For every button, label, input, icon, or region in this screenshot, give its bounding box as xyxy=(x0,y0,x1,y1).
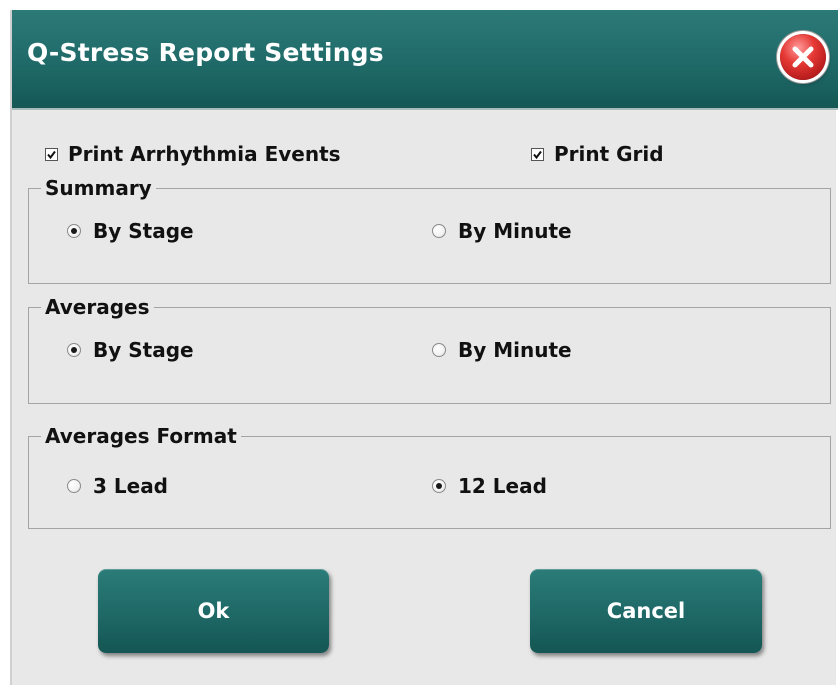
dialog-title: Q-Stress Report Settings xyxy=(27,38,384,67)
averages-by-stage-radio[interactable]: By Stage xyxy=(67,338,194,362)
averages-group: Averages By Stage By Minute xyxy=(28,297,831,404)
averages-by-stage-label: By Stage xyxy=(93,338,194,362)
averages-by-minute-label: By Minute xyxy=(458,338,572,362)
checkbox-print-arrhythmia[interactable] xyxy=(45,147,58,161)
summary-by-minute-radio[interactable]: By Minute xyxy=(432,219,572,243)
ok-button[interactable]: Ok xyxy=(98,569,329,653)
summary-by-minute-label: By Minute xyxy=(458,219,572,243)
radio-unselected-icon[interactable] xyxy=(67,479,81,493)
averages-format-12-lead-radio[interactable]: 12 Lead xyxy=(432,474,547,498)
radio-selected-icon[interactable] xyxy=(67,224,81,238)
averages-format-3-lead-radio[interactable]: 3 Lead xyxy=(67,474,168,498)
radio-unselected-icon[interactable] xyxy=(432,224,446,238)
averages-group-title: Averages xyxy=(45,295,150,319)
radio-unselected-icon[interactable] xyxy=(432,343,446,357)
print-arrhythmia-events-checkbox[interactable]: Print Arrhythmia Events xyxy=(45,140,341,168)
averages-format-group: Averages Format 3 Lead 12 Lead xyxy=(28,426,831,529)
summary-by-stage-label: By Stage xyxy=(93,219,194,243)
close-button[interactable] xyxy=(780,34,826,80)
cancel-button[interactable]: Cancel xyxy=(530,569,762,653)
checkmark-icon xyxy=(47,150,56,159)
radio-selected-icon[interactable] xyxy=(432,479,446,493)
averages-format-3-lead-label: 3 Lead xyxy=(93,474,168,498)
averages-format-group-title: Averages Format xyxy=(45,424,237,448)
radio-selected-icon[interactable] xyxy=(67,343,81,357)
close-icon xyxy=(792,46,814,68)
averages-by-minute-radio[interactable]: By Minute xyxy=(432,338,572,362)
checkbox-print-grid[interactable] xyxy=(531,147,544,161)
print-grid-label: Print Grid xyxy=(554,142,664,166)
summary-group-title: Summary xyxy=(45,176,152,200)
print-arrhythmia-events-label: Print Arrhythmia Events xyxy=(68,142,341,166)
averages-format-12-lead-label: 12 Lead xyxy=(458,474,547,498)
report-settings-dialog: Q-Stress Report Settings Print Arrhythmi… xyxy=(10,10,838,685)
summary-group: Summary By Stage By Minute xyxy=(28,178,831,284)
print-grid-checkbox[interactable]: Print Grid xyxy=(531,140,664,168)
title-bar: Q-Stress Report Settings xyxy=(12,10,838,110)
checkmark-icon xyxy=(533,150,542,159)
summary-by-stage-radio[interactable]: By Stage xyxy=(67,219,194,243)
